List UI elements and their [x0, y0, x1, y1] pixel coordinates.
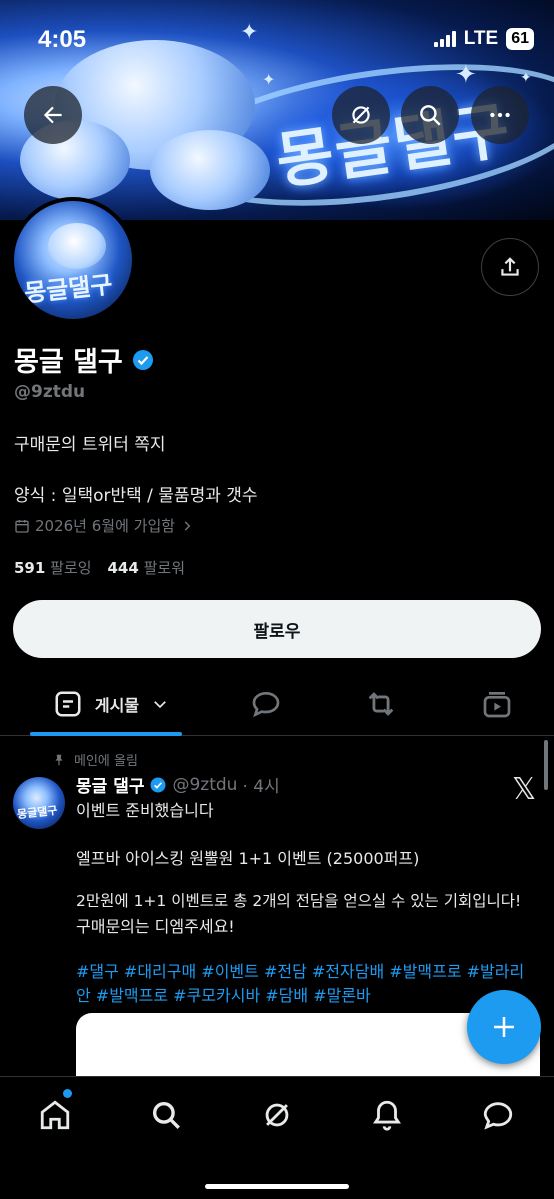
bio-line-1: 구매문의 트위터 쪽지: [14, 435, 166, 455]
tweet-text-line-1: 이벤트 준비했습니다: [76, 801, 214, 820]
tab-posts[interactable]: 게시물: [46, 672, 176, 736]
tweet-text-line-3: 2만원에 1+1 이벤트로 총 2개의 전담을 얻으실 수 있는 기회입니다!: [76, 892, 522, 910]
search-button[interactable]: [401, 86, 459, 144]
retweet-icon: [368, 692, 394, 716]
tweet-avatar[interactable]: 몽글댈구: [13, 777, 65, 829]
home-icon: [40, 1100, 70, 1130]
tab-posts-label: 게시물: [94, 696, 140, 715]
joined-date[interactable]: 2026년 6월에 가입함: [14, 515, 194, 536]
profile-handle: @9ztdu: [14, 382, 86, 402]
calendar-icon: [15, 519, 29, 533]
grok-button[interactable]: [332, 86, 390, 144]
tab-media[interactable]: [477, 672, 517, 736]
chevron-down-icon: [154, 701, 166, 709]
status-time: 4:05: [38, 26, 87, 53]
tweet-author-handle[interactable]: @9ztdu: [172, 775, 237, 795]
nav-messages[interactable]: [478, 1095, 518, 1135]
joined-text: 2026년 6월에 가입함: [35, 517, 176, 535]
tab-active-indicator: [30, 732, 182, 736]
x-logo-icon: 𝕏: [512, 772, 537, 807]
reply-icon: [252, 691, 280, 718]
signal-icon: [433, 31, 456, 47]
chevron-right-icon: [184, 520, 191, 531]
tab-reposts[interactable]: [361, 672, 401, 736]
more-icon: [490, 112, 510, 118]
notifications-icon: [373, 1100, 401, 1131]
tweet-text-line-4: 구매문의는 디엠주세요!: [76, 917, 235, 936]
posts-icon: [55, 691, 81, 717]
tweet-header: 몽글 댈구 @9ztdu · 4시: [76, 772, 280, 798]
back-arrow-icon: [43, 106, 62, 124]
pinned-text: 메인에 올림: [74, 754, 138, 769]
media-icon: [483, 692, 511, 718]
following-link[interactable]: 591 팔로잉: [14, 557, 92, 578]
nav-grok[interactable]: [257, 1095, 297, 1135]
share-button[interactable]: [481, 238, 539, 296]
nav-home[interactable]: [35, 1095, 75, 1135]
search-icon: [420, 105, 441, 126]
search-icon: [152, 1101, 180, 1129]
home-indicator[interactable]: [205, 1184, 349, 1189]
profile-name-row: 몽글 댈구: [14, 340, 155, 379]
follow-button[interactable]: 팔로우: [13, 600, 541, 658]
tweet-hashtags-line-1[interactable]: #댈구 #대리구매 #이벤트 #전담 #전자담배 #발맥프로 #발라리: [76, 958, 524, 982]
back-button[interactable]: [24, 86, 82, 144]
followers-link[interactable]: 444 팔로워: [108, 557, 186, 578]
home-unread-dot: [63, 1089, 72, 1098]
grok-icon: [265, 1103, 289, 1127]
avatar[interactable]: 몽글댈구: [10, 197, 136, 323]
bio-line-2: 양식 : 일택or반택 / 물품명과 갯수: [14, 486, 258, 506]
nav-notifications[interactable]: [367, 1095, 407, 1135]
scrollbar[interactable]: [544, 740, 548, 790]
network-type: LTE: [463, 28, 499, 49]
tweet-time: · 4시: [242, 777, 280, 797]
pinned-label-row: 메인에 올림: [52, 750, 138, 769]
nav-search[interactable]: [146, 1095, 186, 1135]
profile-name: 몽글 댈구: [14, 347, 123, 378]
tab-replies[interactable]: [246, 672, 286, 736]
profile-tabs: 게시물: [0, 672, 554, 736]
verified-icon[interactable]: [131, 348, 155, 372]
compose-button[interactable]: [467, 990, 541, 1064]
grok-icon: [352, 106, 370, 124]
battery-level: 61: [506, 28, 534, 50]
tweet-author-name[interactable]: 몽글 댈구: [76, 772, 144, 797]
avatar-text: 몽글댈구: [23, 270, 114, 308]
more-button[interactable]: [471, 86, 529, 144]
status-bar: 4:05 LTE 61: [0, 0, 554, 80]
share-icon: [501, 257, 519, 276]
messages-icon: [483, 1102, 513, 1130]
tweet-hashtags-line-2[interactable]: 안 #발맥프로 #쿠모카시바 #담배 #말론바: [76, 982, 371, 1006]
pin-icon: [55, 754, 63, 765]
bottom-nav: [0, 1076, 554, 1199]
verified-icon: [150, 777, 166, 792]
follow-stats: 591 팔로잉 444 팔로워: [14, 557, 185, 578]
tweet-text-line-2: 엘프바 아이스킹 원뿔원 1+1 이벤트 (25000퍼프): [76, 849, 420, 868]
plus-icon: [494, 1017, 514, 1037]
